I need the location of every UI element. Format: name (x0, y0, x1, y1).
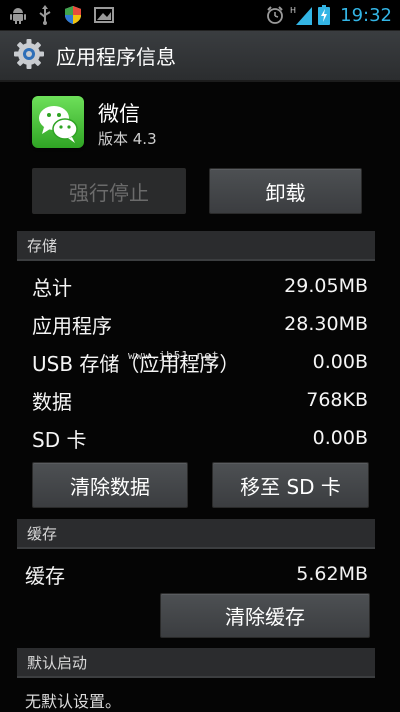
system-icons: H 19:32 (266, 5, 400, 26)
app-info-screen: H 19:32 应用程序信息 微信 版本 4.3 强行停止 卸载 存储 总计 2… (0, 0, 400, 712)
storage-row-label: 数据 (32, 389, 72, 414)
alarm-clock-icon (266, 6, 284, 24)
watermark: www.jb51.net (128, 349, 220, 362)
signal-icon: H (290, 5, 313, 25)
storage-row-data: 数据 768KB (32, 381, 368, 419)
default-launch-section-header: 默认启动 (17, 648, 375, 678)
cache-label: 缓存 (25, 563, 65, 588)
notification-icons (0, 5, 114, 25)
action-bar: 应用程序信息 (0, 31, 400, 82)
move-to-sd-button[interactable]: 移至 SD 卡 (212, 462, 369, 508)
force-stop-button[interactable]: 强行停止 (32, 168, 186, 214)
wechat-icon (32, 96, 84, 148)
clock: 19:32 (340, 4, 392, 26)
storage-row-value: 29.05MB (284, 275, 368, 297)
uninstall-button[interactable]: 卸载 (209, 168, 362, 214)
app-name: 微信 (98, 102, 140, 126)
status-bar: H 19:32 (0, 0, 400, 31)
network-type-label: H (290, 6, 296, 15)
storage-section-header: 存储 (17, 231, 375, 261)
storage-row-application: 应用程序 28.30MB (32, 305, 368, 343)
storage-row-total: 总计 29.05MB (32, 267, 368, 305)
storage-row-value: 28.30MB (284, 313, 368, 335)
storage-row-label: 应用程序 (32, 313, 112, 338)
cache-row: 缓存 5.62MB (25, 555, 368, 593)
default-launch-text: 无默认设置。 (25, 692, 122, 711)
clear-data-button[interactable]: 清除数据 (32, 462, 188, 508)
storage-row-value: 768KB (306, 389, 368, 411)
settings-gear-icon[interactable] (12, 37, 46, 75)
page-title: 应用程序信息 (56, 45, 176, 69)
battery-icon (318, 5, 331, 25)
android-debug-icon (10, 6, 26, 24)
security-shield-icon (64, 5, 82, 25)
storage-row-label: SD 卡 (32, 427, 87, 452)
usb-icon (38, 5, 52, 25)
storage-row-label: 总计 (32, 275, 72, 300)
storage-row-value: 0.00B (312, 351, 368, 373)
app-version: 版本 4.3 (98, 130, 157, 148)
storage-row-value: 0.00B (312, 427, 368, 449)
screenshot-icon (94, 7, 114, 23)
cache-value: 5.62MB (296, 563, 368, 585)
clear-cache-button[interactable]: 清除缓存 (160, 593, 370, 638)
storage-row-sd-card: SD 卡 0.00B (32, 419, 368, 457)
cache-section-header: 缓存 (17, 519, 375, 549)
